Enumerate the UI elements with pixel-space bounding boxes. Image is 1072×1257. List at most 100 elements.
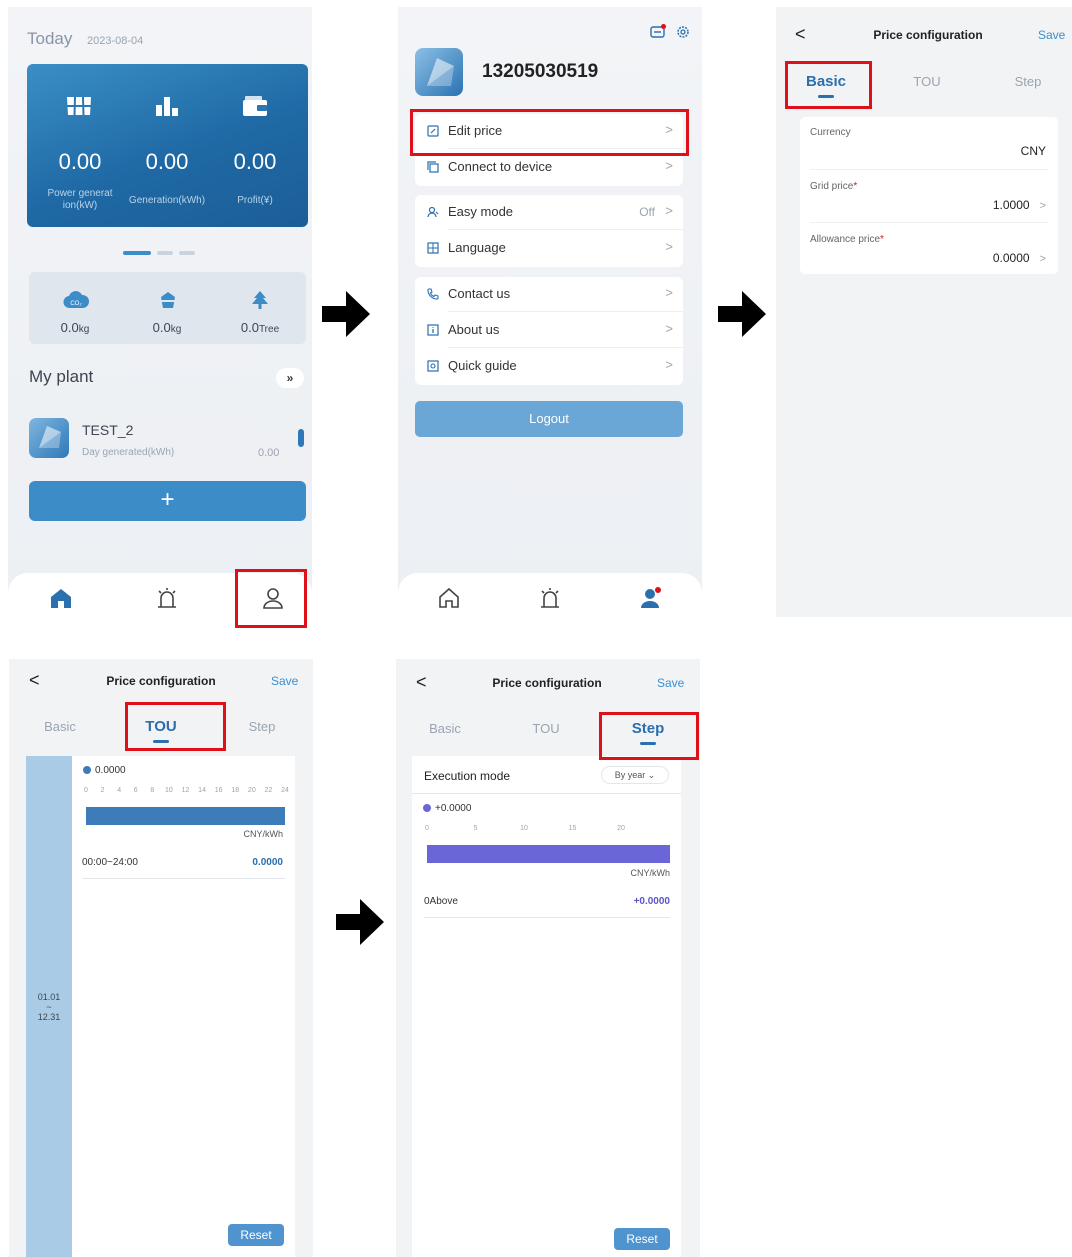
generation-value: 0.00	[145, 149, 189, 174]
allowance-price-field[interactable]: 0.0000 >	[993, 251, 1046, 265]
axis-tick-label: 10	[520, 825, 528, 832]
unit-label: CNY/kWh	[243, 829, 283, 839]
back-icon[interactable]: <	[29, 670, 40, 691]
reset-button[interactable]: Reset	[228, 1224, 284, 1246]
reset-button[interactable]: Reset	[614, 1228, 670, 1250]
flow-arrow-icon	[718, 291, 766, 337]
page-title: Price configuration	[492, 676, 602, 690]
tab-step[interactable]: Step	[232, 719, 292, 734]
tree-icon	[252, 291, 268, 309]
allowance-price-label: Allowance price*	[810, 234, 884, 245]
chevron-right-icon: >	[1039, 200, 1046, 212]
tab-step[interactable]: Step	[998, 74, 1058, 89]
tab-tou[interactable]: TOU	[516, 721, 576, 736]
profile-tab-icon[interactable]	[638, 585, 664, 611]
axis-tick-label: 22	[264, 787, 273, 794]
tab-basic[interactable]: Basic	[415, 721, 475, 736]
step-panel: Execution mode By year ⌄ +0.0000 0 5 10 15 2…	[412, 756, 681, 1257]
axis-tick-label: 18	[231, 787, 240, 794]
chevron-right-icon: >	[665, 158, 673, 173]
unit-label: CNY/kWh	[630, 868, 670, 878]
menu-label: Language	[448, 240, 506, 255]
coal-icon	[161, 292, 175, 308]
tab-tou[interactable]: TOU	[897, 74, 957, 89]
menu-label: Easy mode	[448, 204, 514, 219]
chevron-right-icon: >	[665, 357, 673, 372]
user-mode-icon	[427, 206, 439, 218]
guide-icon	[427, 360, 439, 372]
execution-mode-select[interactable]: By year ⌄	[601, 766, 669, 784]
easy-mode-value: Off	[639, 205, 655, 219]
avatar[interactable]	[415, 48, 463, 96]
profit-label: Profit(¥)	[237, 195, 273, 206]
power-label: Power generat ion(kW)	[47, 188, 113, 211]
plant-scroll-indicator	[298, 429, 304, 447]
chevron-right-icon: >	[665, 285, 673, 300]
tou-panel: 0.0000 0 2 4 6 8 10 12 14 16 18 20 22 24 CNY/kWh 00:…	[72, 756, 295, 1257]
period-price[interactable]: 0.0000	[252, 857, 283, 868]
day-generated-label: Day generated(kWh)	[82, 447, 175, 458]
step-label: 0Above	[424, 896, 458, 907]
highlight-step-tab	[599, 712, 699, 760]
save-button[interactable]: Save	[1038, 28, 1065, 42]
step-price[interactable]: +0.0000	[634, 896, 670, 907]
menu-contact-us[interactable]: Contact us >	[415, 277, 683, 312]
date-label[interactable]: 2023-08-04	[87, 35, 143, 47]
grid-price-field[interactable]: 1.0000 >	[993, 198, 1046, 212]
save-button[interactable]: Save	[657, 676, 684, 690]
menu-language[interactable]: Language >	[415, 231, 683, 266]
highlight-tou-tab	[125, 702, 226, 751]
highlight-basic-tab	[785, 61, 872, 109]
more-plants-button[interactable]: »	[276, 368, 304, 388]
chevron-right-icon: >	[665, 239, 673, 254]
page-title: Price configuration	[873, 28, 983, 42]
step-price-bar[interactable]	[427, 845, 670, 863]
alarm-tab-icon[interactable]	[537, 585, 563, 611]
axis-tick-label: 12	[181, 787, 190, 794]
chevron-right-icon: >	[665, 203, 673, 218]
back-icon[interactable]: <	[795, 24, 806, 45]
logout-button[interactable]: Logout	[415, 401, 683, 437]
currency-label: Currency	[810, 127, 851, 138]
currency-value[interactable]: CNY	[1021, 144, 1046, 158]
phone-icon	[427, 288, 439, 300]
add-plant-button[interactable]: +	[29, 481, 306, 521]
axis-tick-label: 10	[165, 787, 173, 794]
back-icon[interactable]: <	[416, 672, 427, 693]
gear-icon[interactable]	[676, 25, 690, 39]
alarm-tab-icon[interactable]	[154, 585, 180, 611]
account-phone: 13205030519	[482, 61, 599, 82]
menu-quick-guide[interactable]: Quick guide >	[415, 349, 683, 384]
highlight-edit-price	[410, 109, 689, 156]
plant-logo[interactable]	[29, 418, 69, 458]
grid-icon	[427, 242, 439, 254]
home-tab-icon[interactable]	[48, 585, 74, 611]
menu-label: About us	[448, 322, 500, 337]
axis-tick-label: 6	[133, 787, 138, 794]
execution-mode-label: Execution mode	[424, 769, 511, 783]
flow-arrow-icon	[322, 291, 370, 337]
axis-tick-label: 8	[150, 787, 155, 794]
plant-name[interactable]: TEST_2	[82, 422, 133, 438]
axis-tick-label: 2	[100, 787, 105, 794]
axis-tick-label: 20	[617, 825, 625, 832]
axis-tick-label: 0	[84, 787, 88, 794]
today-label: Today	[27, 29, 73, 48]
tab-basic[interactable]: Basic	[30, 719, 90, 734]
message-icon[interactable]	[650, 24, 666, 40]
info-icon	[427, 324, 439, 336]
home-tab-icon[interactable]	[436, 585, 462, 611]
environment-card: CO₂ 0.0kg 0.0kg 0.0Tree	[29, 272, 306, 344]
axis-tick-label: 24	[281, 787, 289, 794]
menu-easy-mode[interactable]: Easy mode Off >	[415, 195, 683, 230]
chevron-right-icon: >	[665, 321, 673, 336]
carousel-dots[interactable]	[123, 251, 201, 269]
menu-about-us[interactable]: About us >	[415, 313, 683, 348]
profile-screen: 13205030519 Edit price > Connect to devi…	[398, 7, 702, 625]
power-value: 0.00	[58, 149, 102, 174]
stats-card[interactable]: 0.00 0.00 0.00 Power generat ion(kW) Gen…	[27, 64, 308, 227]
grid-price-label: Grid price*	[810, 181, 858, 192]
menu-label: Connect to device	[448, 159, 553, 174]
save-button[interactable]: Save	[271, 674, 298, 688]
tou-price-bar[interactable]	[86, 807, 285, 825]
